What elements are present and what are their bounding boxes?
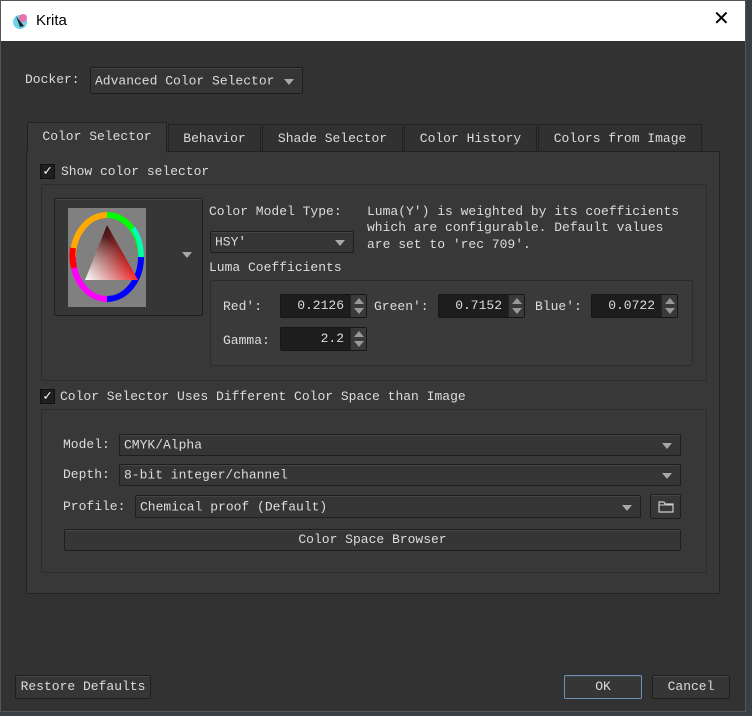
red-spinbox[interactable]: 0.2126 — [280, 294, 367, 318]
blue-label: Blue': — [535, 299, 582, 314]
gamma-label: Gamma: — [223, 333, 270, 348]
red-value: 0.2126 — [297, 298, 344, 313]
different-color-space-checkbox[interactable]: ✓ — [40, 389, 55, 404]
increment-icon[interactable] — [354, 331, 364, 337]
folder-icon — [658, 501, 674, 513]
selector-type-button[interactable] — [54, 198, 203, 316]
show-color-selector-label: Show color selector — [61, 164, 210, 179]
krita-logo-icon — [13, 14, 27, 29]
color-model-type-label: Color Model Type: — [209, 204, 342, 219]
docker-label: Docker: — [25, 72, 80, 87]
window-title: Krita — [36, 12, 67, 29]
chevron-down-icon — [662, 443, 672, 449]
increment-icon[interactable] — [512, 298, 522, 304]
description-line-2: which are configurable. Default values — [367, 220, 664, 235]
luma-coefficients-group — [210, 280, 693, 366]
selector-type-dropdown-icon[interactable] — [182, 252, 192, 258]
different-color-space-label: Color Selector Uses Different Color Spac… — [60, 389, 466, 404]
color-model-type-value: HSY' — [215, 234, 247, 250]
chevron-down-icon — [662, 473, 672, 479]
decrement-icon[interactable] — [512, 308, 522, 314]
decrement-icon[interactable] — [354, 341, 364, 347]
green-spinbox[interactable]: 0.7152 — [438, 294, 525, 318]
tab-color-selector[interactable]: Color Selector — [27, 122, 167, 153]
profile-label: Profile: — [63, 499, 126, 514]
model-label: Model: — [63, 437, 110, 452]
model-value: CMYK/Alpha — [124, 437, 203, 453]
gamma-spinbox[interactable]: 2.2 — [280, 327, 367, 351]
green-label: Green': — [374, 299, 429, 314]
show-color-selector-checkbox[interactable]: ✓ — [40, 164, 55, 179]
blue-value: 0.0722 — [608, 298, 655, 313]
tab-shade-selector[interactable]: Shade Selector — [262, 124, 403, 152]
color-space-browser-button[interactable]: Color Space Browser — [64, 529, 681, 551]
model-select[interactable]: CMYK/Alpha — [119, 434, 681, 456]
tab-color-history[interactable]: Color History — [404, 124, 537, 152]
color-model-type-select[interactable]: HSY' — [210, 231, 354, 253]
color-wheel-triangle-icon — [68, 208, 146, 307]
close-icon[interactable]: ✕ — [713, 8, 730, 28]
krita-dialog: Krita ✕ Docker: Advanced Color Selector … — [0, 0, 746, 712]
profile-select[interactable]: Chemical proof (Default) — [135, 495, 641, 518]
red-label: Red': — [223, 299, 263, 314]
luma-coefficients-label: Luma Coefficients — [209, 260, 342, 275]
cancel-button[interactable]: Cancel — [652, 675, 730, 699]
docker-value: Advanced Color Selector — [95, 73, 275, 88]
chevron-down-icon — [622, 504, 632, 511]
green-value: 0.7152 — [455, 298, 502, 313]
increment-icon[interactable] — [665, 298, 675, 304]
gamma-value: 2.2 — [320, 331, 344, 346]
tab-behavior[interactable]: Behavior — [168, 124, 261, 152]
depth-value: 8-bit integer/channel — [124, 467, 288, 483]
increment-icon[interactable] — [354, 298, 364, 304]
decrement-icon[interactable] — [354, 308, 364, 314]
ok-button[interactable]: OK — [564, 675, 642, 699]
open-profile-button[interactable] — [650, 494, 681, 519]
profile-value: Chemical proof (Default) — [140, 499, 328, 514]
chevron-down-icon — [284, 78, 294, 85]
decrement-icon[interactable] — [665, 308, 675, 314]
depth-label: Depth: — [63, 467, 110, 482]
title-bar: Krita ✕ — [1, 1, 745, 41]
blue-spinbox[interactable]: 0.0722 — [591, 294, 678, 318]
description-line-1: Luma(Y') is weighted by its coefficients — [367, 204, 680, 219]
tab-colors-from-image[interactable]: Colors from Image — [538, 124, 702, 152]
chevron-down-icon — [335, 240, 345, 246]
depth-select[interactable]: 8-bit integer/channel — [119, 464, 681, 486]
description-line-3: are set to 'rec 709'. — [367, 237, 531, 252]
docker-select[interactable]: Advanced Color Selector — [90, 67, 303, 94]
restore-defaults-button[interactable]: Restore Defaults — [15, 675, 151, 699]
